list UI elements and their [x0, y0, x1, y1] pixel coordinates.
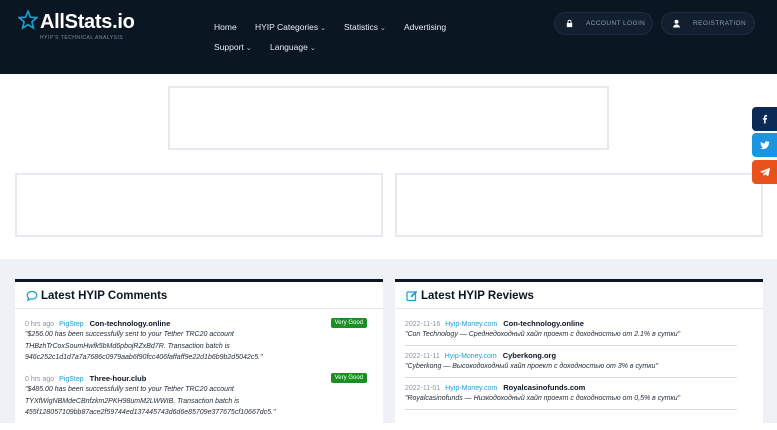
review-date: 2022-11-01 [405, 385, 441, 392]
registration-label: REGISTRATION [693, 20, 747, 27]
account-login-label: ACCOUNT LOGIN [586, 20, 646, 27]
review-meta: 2022-11-01 Hyip-Money.com Royalcasinofun… [405, 382, 745, 393]
nav-hyip-categories-label: HYIP Categories [255, 22, 319, 32]
nav-language-label: Language [270, 42, 308, 52]
review-text: "Cyberkong — Высокодоходный хайп проект … [405, 363, 658, 370]
divider [405, 373, 737, 378]
twitter-icon [759, 141, 769, 150]
comment-user-link[interactable]: PigStep [59, 321, 84, 328]
nav-support-label: Support [214, 42, 244, 52]
telegram-icon [759, 167, 770, 177]
latest-comments-title: Latest HYIP Comments [26, 290, 167, 302]
logo-name: AllStats.io [40, 11, 135, 33]
chevron-down-icon: ⌄ [320, 25, 327, 32]
banner-ad-right[interactable] [395, 173, 763, 237]
edit-icon [406, 290, 418, 302]
review-site-link[interactable]: Royalcasinofunds.com [503, 383, 585, 392]
nav-advertising-label: Advertising [404, 22, 447, 32]
comment-time: 0 hrs ago [25, 321, 55, 328]
nav-home-label: Home [214, 22, 237, 32]
review-meta: 2022-11-16 Hyip-Money.com Con-technology… [405, 318, 745, 329]
comment-text: "$485.00 has been successfully sent to y… [25, 386, 276, 416]
user-icon [673, 19, 680, 28]
review-date: 2022-11-11 [405, 353, 440, 360]
review-text: "Con Technology — Среднедоходный хайп пр… [405, 331, 681, 338]
review-text: "Royalcasinofunds — Низкодоходный хайп п… [405, 395, 681, 402]
nav-advertising[interactable]: Advertising [404, 22, 446, 32]
comment-text: "$256.00 has been successfully sent to y… [25, 331, 263, 361]
nav-statistics[interactable]: Statistics ⌄ [344, 22, 386, 32]
comment-text-wrap: "$485.00 has been successfully sent to y… [25, 384, 367, 430]
review-meta: 2022-11-11 Hyip-Money.com Cyberkong.org [405, 350, 745, 361]
chevron-down-icon: ⌄ [380, 25, 386, 32]
latest-reviews-title-text: Latest HYIP Reviews [421, 290, 534, 302]
review-source-link[interactable]: Hyip-Money.com [445, 385, 497, 392]
comment-icon [26, 290, 38, 302]
nav-support[interactable]: Support ⌄ [214, 42, 252, 52]
star-logo-icon [18, 10, 38, 30]
registration-button[interactable]: REGISTRATION [661, 12, 755, 35]
review-item: 2022-11-01 Hyip-Money.com Royalcasinofun… [405, 382, 745, 410]
review-date: 2022-11-16 [405, 321, 441, 328]
latest-comments-title-text: Latest HYIP Comments [41, 290, 168, 302]
review-site-link[interactable]: Cyberkong.org [503, 351, 556, 360]
comment-meta: 0 hrs ago PigStep Three-hour.club [25, 373, 367, 384]
twitter-share-button[interactable] [752, 133, 777, 157]
rating-badge: Very Good [330, 373, 367, 383]
divider [395, 308, 763, 309]
nav-hyip-categories[interactable]: HYIP Categories ⌄ [255, 22, 326, 32]
rating-badge: Very Good [330, 318, 367, 328]
comment-site-link[interactable]: Three-hour.club [90, 374, 147, 383]
latest-reviews-title: Latest HYIP Reviews [406, 290, 534, 302]
banner-ad-top[interactable] [168, 86, 609, 150]
logo-tagline: HYIP'S TECHNICAL ANALYSIS [40, 35, 124, 41]
comment-text-wrap: "$256.00 has been successfully sent to y… [25, 329, 367, 375]
latest-reviews-panel: Latest HYIP Reviews 2022-11-16 Hyip-Mone… [395, 279, 763, 429]
divider [405, 341, 737, 346]
divider [405, 405, 737, 410]
chevron-down-icon: ⌄ [245, 45, 252, 52]
nav-statistics-label: Statistics [344, 22, 379, 32]
review-source-link[interactable]: Hyip-Money.com [445, 353, 497, 360]
telegram-share-button[interactable] [752, 160, 777, 184]
account-login-button[interactable]: ACCOUNT LOGIN [554, 12, 653, 35]
review-item: 2022-11-11 Hyip-Money.com Cyberkong.org … [405, 350, 745, 378]
comment-item: 0 hrs ago PigStep Three-hour.club Very G… [25, 373, 367, 430]
header: AllStats.io HYIP'S TECHNICAL ANALYSIS Ho… [0, 0, 777, 74]
nav-language[interactable]: Language ⌄ [270, 42, 316, 52]
comment-item: 0 hrs ago PigStep Con-technology.online … [25, 318, 367, 375]
review-source-link[interactable]: Hyip-Money.com [445, 321, 497, 328]
comment-meta: 0 hrs ago PigStep Con-technology.online [25, 318, 367, 329]
facebook-icon [762, 115, 767, 124]
banner-ad-left[interactable] [15, 173, 383, 237]
divider [15, 308, 383, 309]
comment-time: 0 hrs ago [25, 376, 55, 383]
review-site-link[interactable]: Con-technology.online [503, 319, 584, 328]
comment-site-link[interactable]: Con-technology.online [90, 319, 171, 328]
latest-comments-panel: Latest HYIP Comments 0 hrs ago PigStep C… [15, 279, 383, 429]
review-item: 2022-11-16 Hyip-Money.com Con-technology… [405, 318, 745, 346]
chevron-down-icon: ⌄ [309, 45, 316, 52]
comment-user-link[interactable]: PigStep [59, 376, 84, 383]
facebook-share-button[interactable] [752, 107, 777, 131]
nav-home[interactable]: Home [214, 22, 237, 32]
lock-icon [566, 19, 573, 28]
